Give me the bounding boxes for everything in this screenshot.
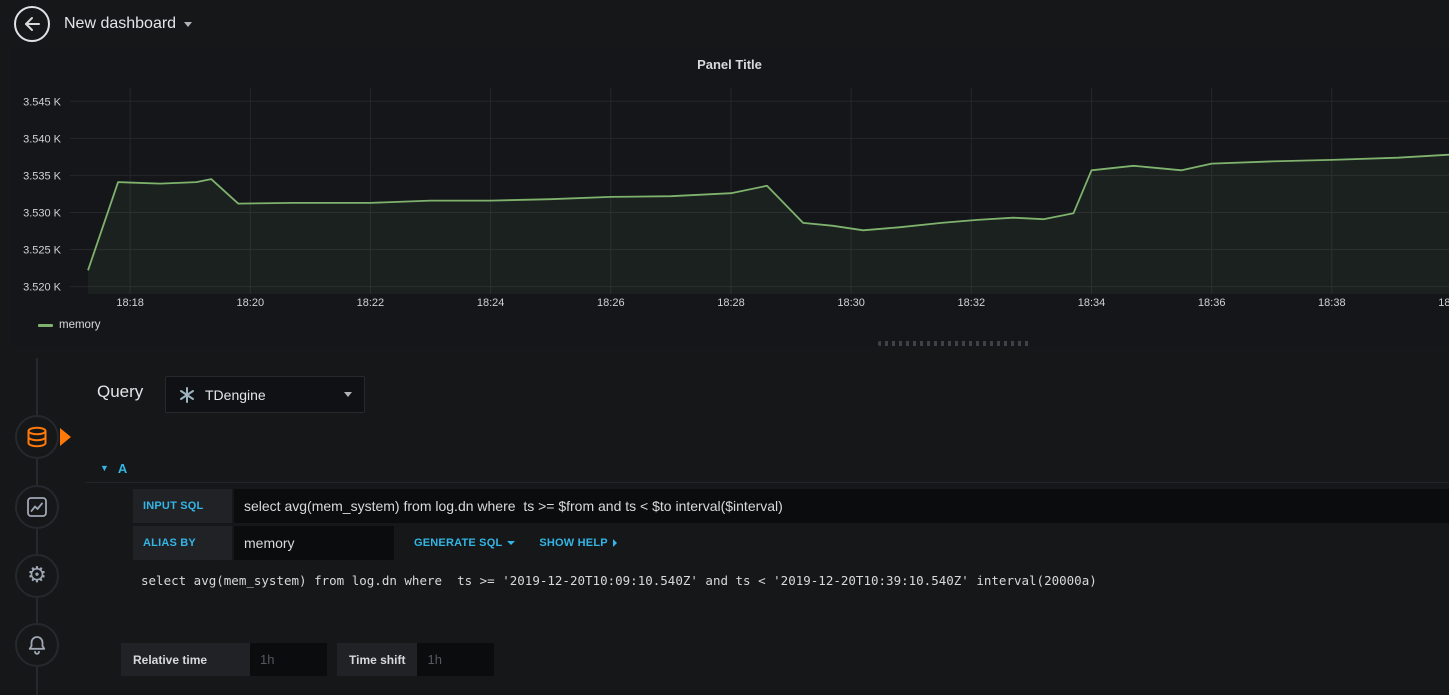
query-ref-id: A	[117, 460, 128, 476]
show-help-button[interactable]: SHOW HELP	[527, 526, 628, 560]
svg-text:18:20: 18:20	[237, 297, 265, 309]
input-sql-label: INPUT SQL	[133, 489, 232, 523]
svg-text:3.545 K: 3.545 K	[23, 96, 62, 108]
tab-alert[interactable]	[15, 623, 59, 667]
svg-text:18:26: 18:26	[597, 297, 625, 309]
alias-by-label: ALIAS BY	[133, 526, 232, 560]
svg-text:18:34: 18:34	[1078, 297, 1106, 309]
database-icon	[27, 426, 47, 448]
dashboard-title-dropdown[interactable]: New dashboard	[64, 15, 193, 33]
query-section-title: Query	[97, 382, 144, 401]
query-row-header[interactable]: ▼ A	[85, 454, 1449, 483]
datasource-select[interactable]: TDengine	[165, 376, 365, 413]
input-sql-row: INPUT SQL	[133, 489, 1449, 523]
alias-by-row: ALIAS BY GENERATE SQL SHOW HELP	[133, 526, 629, 560]
gear-icon: ⚙	[27, 563, 47, 588]
bell-icon	[28, 636, 46, 655]
legend-series-color	[38, 323, 53, 327]
chart-icon	[27, 497, 47, 517]
tab-visualization[interactable]	[15, 485, 59, 529]
active-tab-arrow-icon	[60, 428, 71, 446]
generate-sql-button[interactable]: GENERATE SQL	[402, 526, 527, 560]
back-button[interactable]	[14, 6, 50, 42]
panel-resize-handle[interactable]	[878, 341, 1030, 346]
svg-text:3.535 K: 3.535 K	[23, 170, 62, 182]
svg-text:18:30: 18:30	[837, 297, 865, 309]
graph-panel: Panel Title 3.520 K 3.525 K 3.530 K 3.535 K…	[10, 48, 1449, 346]
generate-sql-label: GENERATE SQL	[414, 537, 503, 549]
svg-text:3.530 K: 3.530 K	[23, 208, 62, 220]
tdengine-logo-icon	[180, 386, 194, 403]
relative-time-field[interactable]	[250, 643, 327, 676]
timeseries-chart[interactable]: 3.520 K 3.525 K 3.530 K 3.535 K 3.540 K 3.545…	[10, 48, 1449, 346]
svg-text:18:24: 18:24	[477, 297, 505, 309]
arrow-left-icon	[25, 17, 40, 31]
svg-text:18:22: 18:22	[357, 297, 385, 309]
svg-text:18:36: 18:36	[1198, 297, 1226, 309]
datasource-name: TDengine	[205, 386, 266, 403]
dashboard-title: New dashboard	[64, 15, 177, 32]
chevron-down-icon	[344, 392, 352, 397]
chevron-down-icon	[507, 541, 516, 545]
input-sql-field[interactable]	[234, 489, 1449, 523]
time-shift-label: Time shift	[337, 643, 418, 676]
tab-general[interactable]: ⚙	[15, 554, 59, 598]
generated-sql-preview: select avg(mem_system) from log.dn where…	[141, 573, 1097, 588]
chevron-right-icon	[612, 539, 617, 547]
svg-text:18:32: 18:32	[958, 297, 986, 309]
legend-series-label: memory	[59, 319, 101, 331]
svg-text:18:40: 18:40	[1438, 297, 1449, 309]
show-help-label: SHOW HELP	[539, 537, 608, 549]
time-options-row: Relative time Time shift	[121, 643, 495, 676]
svg-text:3.540 K: 3.540 K	[23, 133, 62, 145]
svg-text:3.520 K: 3.520 K	[23, 282, 62, 294]
svg-text:3.525 K: 3.525 K	[23, 245, 62, 257]
time-shift-field[interactable]	[417, 643, 495, 676]
legend-item-memory[interactable]: memory	[38, 319, 101, 331]
alias-by-field[interactable]	[234, 526, 394, 560]
svg-text:18:38: 18:38	[1318, 297, 1346, 309]
svg-text:18:28: 18:28	[717, 297, 745, 309]
collapse-caret-icon: ▼	[100, 463, 109, 473]
chevron-down-icon	[184, 21, 193, 27]
top-navbar: New dashboard	[0, 0, 1449, 48]
relative-time-label: Relative time	[121, 643, 250, 676]
tab-queries[interactable]	[15, 415, 59, 459]
svg-text:18:18: 18:18	[116, 297, 144, 309]
